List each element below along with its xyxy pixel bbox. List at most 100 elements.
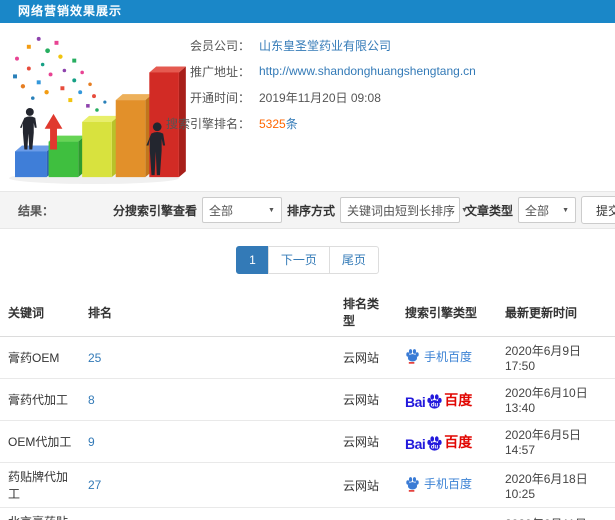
cell-engine-type: 手机百度 xyxy=(397,462,497,508)
cell-rank-type: 云网站 xyxy=(335,420,397,463)
bar-blue xyxy=(15,145,54,178)
keyword-ranking-table: 关键词 排名 排名类型 搜索引擎类型 最新更新时间 膏药OEM 25 云网站 手机百度… xyxy=(0,288,615,520)
header-keyword: 关键词 xyxy=(0,288,80,337)
chevron-down-icon: ▼ xyxy=(268,206,275,214)
pagination-next[interactable]: 下一页 xyxy=(267,246,330,274)
promo-url-link[interactable]: http://www.shandonghuangshengtang.cn xyxy=(259,64,476,78)
cell-keyword: 北京膏药贴牌 xyxy=(0,507,80,520)
cell-updated: 2020年6月11日 11:18 xyxy=(497,507,615,520)
cell-rank: 1 xyxy=(80,507,335,520)
cell-rank: 9 xyxy=(80,420,335,463)
baidu-paw-icon xyxy=(406,476,419,492)
cell-engine-type: Baidu 百度 xyxy=(397,378,497,421)
engine-filter-value: 全部 xyxy=(208,203,233,218)
rank-count-unit: 条 xyxy=(285,116,298,131)
rank-link[interactable]: 27 xyxy=(88,478,101,492)
article-type-label: 文章类型 xyxy=(464,203,513,218)
sort-filter-select[interactable]: 关键词由短到长排序 ▼ xyxy=(339,197,468,223)
company-label: 会员公司： xyxy=(189,38,250,53)
bar-orange xyxy=(115,94,153,178)
mobile-baidu-logo: 手机百度 xyxy=(405,475,472,492)
cell-rank-type: 云网站 xyxy=(335,507,397,520)
sort-filter-value: 关键词由短到长排序 xyxy=(346,203,455,218)
pagination-last[interactable]: 尾页 xyxy=(328,246,379,274)
engine-filter-select[interactable]: 全部 ▼ xyxy=(201,197,282,223)
cell-keyword: OEM代加工 xyxy=(0,420,80,463)
table-row: 膏药OEM 25 云网站 手机百度 2020年6月9日 17:50 xyxy=(0,336,615,379)
engine-label: 手机百度 xyxy=(424,477,473,492)
table-header-row: 关键词 排名 排名类型 搜索引擎类型 最新更新时间 xyxy=(0,288,615,337)
rank-link[interactable]: 9 xyxy=(88,435,95,449)
info-row-open-time: 开通时间： 2019年11月20日 09:08 xyxy=(160,84,476,110)
bar-yellow xyxy=(82,115,119,178)
submit-button[interactable]: 提交 xyxy=(581,196,615,224)
mobile-baidu-logo: 手机百度 xyxy=(405,348,472,365)
cell-rank: 27 xyxy=(80,462,335,508)
cell-updated: 2020年6月5日 14:57 xyxy=(497,420,615,463)
cell-rank-type: 云网站 xyxy=(335,378,397,421)
hero-section: 会员公司： 山东皇圣堂药业有限公司 推广地址： http://www.shand… xyxy=(0,23,615,191)
cell-rank: 8 xyxy=(80,378,335,421)
open-time-label: 开通时间： xyxy=(189,90,250,105)
cell-keyword: 膏药代加工 xyxy=(0,378,80,421)
chevron-down-icon: ▼ xyxy=(562,206,569,214)
info-row-url: 推广地址： http://www.shandonghuangshengtang.… xyxy=(160,58,476,84)
cell-engine-type: Baidu 百度 xyxy=(397,420,497,463)
result-label: 结果： xyxy=(18,203,55,218)
pagination: 1 下一页 尾页 xyxy=(0,246,615,274)
cell-keyword: 膏药OEM xyxy=(0,336,80,379)
baidu-logo-cn: 百度 xyxy=(444,433,473,450)
businessman-left xyxy=(19,108,37,150)
engine-label: 手机百度 xyxy=(424,349,473,364)
baidu-logo-bai: Bai xyxy=(405,393,426,410)
cell-updated: 2020年6月18日 10:25 xyxy=(497,462,615,508)
sort-filter-label: 排序方式 xyxy=(286,203,335,218)
baidu-logo-du: du xyxy=(431,402,439,408)
engine-filter-label: 分搜索引擎查看 xyxy=(112,203,197,218)
page-title-bar: 网络营销效果展示 xyxy=(0,0,615,23)
info-row-company: 会员公司： 山东皇圣堂药业有限公司 xyxy=(160,32,476,58)
company-link[interactable]: 山东皇圣堂药业有限公司 xyxy=(259,37,391,54)
baidu-paw-icon xyxy=(406,349,419,364)
page-title: 网络营销效果展示 xyxy=(18,4,123,18)
header-engine-type: 搜索引擎类型 xyxy=(397,288,497,337)
table-row: OEM代加工 9 云网站 Bai du 百度 2020年6月5日 14:57 xyxy=(0,420,615,463)
table-row: 北京膏药贴牌1云网站Baidu百度2020年6月11日 11:18 xyxy=(0,507,615,520)
cell-updated: 2020年6月9日 17:50 xyxy=(497,336,615,379)
pagination-page-1[interactable]: 1 xyxy=(236,246,269,274)
info-row-rank-count: 搜索引擎排名： 5325条 xyxy=(160,110,476,136)
baidu-logo: Bai du 百度 xyxy=(405,432,472,452)
cell-rank-type: 云网站 xyxy=(335,336,397,379)
baidu-paw-icon: du xyxy=(427,435,442,451)
rank-link[interactable]: 8 xyxy=(88,393,95,407)
header-updated: 最新更新时间 xyxy=(497,288,615,337)
rank-count-number: 5325 xyxy=(259,116,286,131)
open-time-value: 2019年11月20日 09:08 xyxy=(259,90,381,105)
article-type-value: 全部 xyxy=(525,203,550,218)
filter-controls: 分搜索引擎查看 全部 ▼ 排序方式 关键词由短到长排序 ▼ 文章类型 全部 ▼ … xyxy=(113,196,615,224)
cell-rank: 25 xyxy=(80,336,335,379)
table-row: 药贴牌代加工 27 云网站 手机百度 2020年6月18日 10:25 xyxy=(0,462,615,508)
cell-engine-type: 手机百度 xyxy=(397,336,497,379)
baidu-paw-icon: du xyxy=(427,393,442,409)
baidu-logo: Bai du 百度 xyxy=(405,390,472,410)
account-info-panel: 会员公司： 山东皇圣堂药业有限公司 推广地址： http://www.shand… xyxy=(160,32,476,136)
rank-link[interactable]: 25 xyxy=(88,351,101,365)
promo-url-label: 推广地址： xyxy=(189,64,250,79)
filter-bar: 结果： 分搜索引擎查看 全部 ▼ 排序方式 关键词由短到长排序 ▼ 文章类型 全… xyxy=(0,191,615,229)
header-rank-type: 排名类型 xyxy=(335,288,397,337)
cell-keyword: 药贴牌代加工 xyxy=(0,462,80,508)
table-row: 膏药代加工 8 云网站 Bai du 百度 2020年6月10日 13:40 xyxy=(0,378,615,421)
baidu-logo-cn: 百度 xyxy=(444,391,473,408)
article-type-select[interactable]: 全部 ▼ xyxy=(518,197,576,223)
confetti-dots xyxy=(13,36,107,112)
cell-rank-type: 云网站 xyxy=(335,462,397,508)
cell-updated: 2020年6月10日 13:40 xyxy=(497,378,615,421)
baidu-logo-bai: Bai xyxy=(405,435,426,452)
cell-engine-type: Baidu百度 xyxy=(397,507,497,520)
baidu-logo-du: du xyxy=(431,444,439,450)
header-rank: 排名 xyxy=(80,288,335,337)
rank-count-value: 5325条 xyxy=(259,115,298,132)
page: 网络营销效果展示 会员公司： 山东皇圣堂药业有限公司 推广地址： http://… xyxy=(0,0,615,520)
rank-count-label: 搜索引擎排名： xyxy=(165,116,250,131)
